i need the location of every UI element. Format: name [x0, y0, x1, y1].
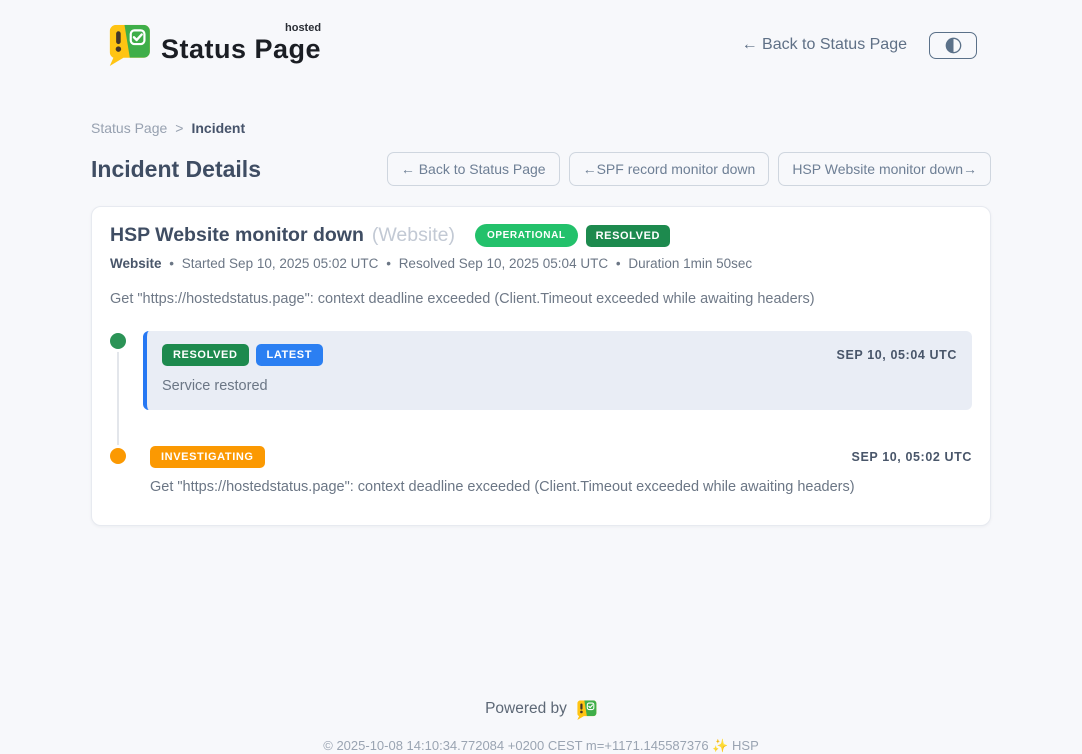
meta-duration: Duration 1min 50sec [628, 256, 752, 271]
meta-separator: • [169, 256, 174, 271]
page-title: Incident Details [91, 156, 261, 183]
breadcrumb-status-page[interactable]: Status Page [91, 120, 167, 136]
incident-card: HSP Website monitor down (Website) OPERA… [91, 206, 991, 526]
resolved-state-badge: RESOLVED [586, 225, 671, 247]
timeline-entry-investigating: INVESTIGATING SEP 10, 05:02 UTC Get "htt… [110, 446, 972, 495]
meta-monitor-name: Website [110, 256, 162, 271]
meta-started: Started Sep 10, 2025 05:02 UTC [182, 256, 379, 271]
footer-brand-short: HSP [732, 738, 759, 753]
meta-separator: • [616, 256, 621, 271]
investigating-badge: INVESTIGATING [150, 446, 265, 468]
timeline-entry-badges: INVESTIGATING [150, 446, 265, 468]
timeline-entry-message: Get "https://hostedstatus.page": context… [150, 479, 972, 495]
incident-title: HSP Website monitor down [110, 224, 364, 247]
latest-badge: LATEST [256, 344, 324, 366]
header-right: ← Back to Status Page [742, 32, 977, 59]
brand-text: Status Page hosted [161, 24, 321, 65]
timeline-entry-timestamp: SEP 10, 05:02 UTC [852, 450, 972, 464]
operational-status-badge: OPERATIONAL [475, 224, 578, 247]
timeline-dot-investigating-icon [110, 448, 126, 464]
breadcrumb-separator: > [175, 120, 183, 136]
back-to-status-page-button[interactable]: ← Back to Status Page [387, 152, 560, 186]
copyright-text: © 2025-10-08 14:10:34.772084 +0200 CEST … [323, 738, 708, 753]
powered-by[interactable]: Powered by [485, 698, 597, 720]
breadcrumb: Status Page > Incident [91, 120, 991, 136]
status-page-logo-icon-small [575, 700, 597, 720]
footer: Powered by © 2025-10-08 14:10:34.772084 … [91, 698, 991, 754]
status-page-logo-icon [105, 24, 151, 66]
incident-meta: Website • Started Sep 10, 2025 05:02 UTC… [110, 256, 972, 271]
timeline-entry-badges: RESOLVED LATEST [162, 344, 323, 366]
timeline-entry-message: Service restored [162, 378, 957, 394]
timeline-entry-timestamp: SEP 10, 05:04 UTC [837, 348, 957, 362]
incident-monitor-label: (Website) [372, 224, 455, 247]
sparkles-icon: ✨ [712, 738, 728, 753]
breadcrumb-incident: Incident [191, 120, 245, 136]
incident-timeline: RESOLVED LATEST SEP 10, 05:04 UTC Servic… [110, 331, 972, 495]
meta-separator: • [386, 256, 391, 271]
theme-toggle-button[interactable] [929, 32, 977, 59]
incident-card-title-row: HSP Website monitor down (Website) OPERA… [110, 224, 972, 247]
timeline-entry-content: RESOLVED LATEST SEP 10, 05:04 UTC Servic… [143, 331, 972, 410]
meta-resolved: Resolved Sep 10, 2025 05:04 UTC [399, 256, 608, 271]
timeline-entry-resolved: RESOLVED LATEST SEP 10, 05:04 UTC Servic… [110, 331, 972, 410]
header: Status Page hosted ← Back to Status Page [105, 0, 977, 76]
next-incident-button[interactable]: HSP Website monitor down→ [778, 152, 991, 186]
incident-nav-buttons: ← Back to Status Page ←SPF record monito… [387, 152, 991, 186]
main-content: Status Page > Incident Incident Details … [91, 120, 991, 754]
brand[interactable]: Status Page hosted [105, 24, 321, 66]
prev-incident-button[interactable]: ←SPF record monitor down [569, 152, 770, 186]
copyright-line: © 2025-10-08 14:10:34.772084 +0200 CEST … [91, 738, 991, 754]
half-moon-contrast-icon [945, 37, 962, 54]
brand-superscript: hosted [285, 22, 321, 34]
brand-name: Status Page [161, 34, 321, 64]
title-row: Incident Details ← Back to Status Page ←… [91, 152, 991, 186]
powered-by-label: Powered by [485, 700, 567, 718]
timeline-dot-resolved-icon [110, 333, 126, 349]
timeline-entry-content: INVESTIGATING SEP 10, 05:02 UTC Get "htt… [143, 446, 972, 495]
header-back-link[interactable]: ← Back to Status Page [742, 36, 907, 54]
resolved-badge: RESOLVED [162, 344, 249, 366]
incident-description: Get "https://hostedstatus.page": context… [110, 291, 972, 307]
